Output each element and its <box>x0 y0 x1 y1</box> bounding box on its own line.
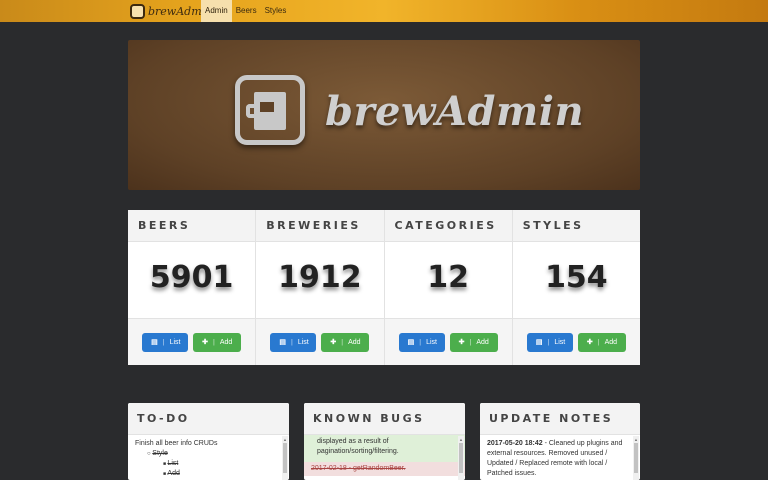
plus-icon: ✚ <box>586 339 593 346</box>
plus-icon: ✚ <box>202 339 208 346</box>
list-icon: ▤ <box>151 339 158 346</box>
notes-list[interactable]: 2017-05-20 18:42 - Cleaned up plugins an… <box>480 435 640 480</box>
bug-item-resolved: displayed as a result of pagination/sort… <box>304 435 465 462</box>
stat-title: CATEGORIES <box>384 210 512 242</box>
stats-panel: BEERS 5901 ▤ | List ✚ | Add BREWERIES 1912 ▤… <box>128 210 640 365</box>
list-item: Add <box>135 469 282 479</box>
beers-list-button[interactable]: ▤ | List <box>142 332 189 352</box>
stat-value: 12 <box>427 260 469 295</box>
plus-icon: ✚ <box>330 339 337 346</box>
update-notes-panel: UPDATE NOTES 2017-05-20 18:42 - Cleaned … <box>480 403 640 480</box>
list-icon: ▤ <box>535 339 543 346</box>
scroll-up-icon[interactable]: ▲ <box>458 435 464 445</box>
nav-menu: Admin Beers Styles <box>201 0 290 22</box>
known-bugs-panel: KNOWN BUGS displayed as a result of pagi… <box>304 403 465 480</box>
categories-list-button[interactable]: ▤ | List <box>398 332 445 352</box>
scroll-up-icon[interactable]: ▲ <box>633 435 639 445</box>
stat-value: 5901 <box>149 260 234 295</box>
note-date: 2017-05-20 18:42 <box>487 440 543 447</box>
beer-mug-logo-icon <box>235 75 305 145</box>
note-item: 2017-05-20 18:42 - Cleaned up plugins an… <box>487 439 633 479</box>
list-item: Style <box>135 449 282 459</box>
list-icon: ▤ <box>279 339 286 346</box>
brand-link[interactable]: brewAdmin <box>130 2 212 20</box>
breweries-list-button[interactable]: ▤ | List <box>270 332 317 352</box>
beer-mug-icon <box>130 3 145 19</box>
stat-title: STYLES <box>512 210 640 242</box>
nav-item-beers[interactable]: Beers <box>232 0 261 22</box>
bug-item-open: 2017-02-18 - getRandomBeer. <box>304 462 465 476</box>
list-item: List <box>135 459 282 469</box>
stat-value: 154 <box>545 260 608 295</box>
panel-title: KNOWN BUGS <box>304 403 465 435</box>
panel-title: UPDATE NOTES <box>480 403 640 435</box>
stat-card-categories: CATEGORIES 12 ▤ | List ✚ | Add <box>384 210 513 365</box>
hero-title: brewAdmin <box>325 88 585 135</box>
stat-value: 1912 <box>278 260 362 295</box>
stat-title: BEERS <box>128 210 256 242</box>
stat-card-styles: STYLES 154 ▤ | List ✚ | Add <box>512 210 640 365</box>
categories-add-button[interactable]: ✚ | Add <box>449 332 498 352</box>
stat-card-breweries: BREWERIES 1912 ▤ | List ✚ | Add <box>256 210 385 365</box>
breweries-add-button[interactable]: ✚ | Add <box>321 332 370 352</box>
top-navbar: brewAdmin Admin Beers Styles <box>0 0 768 22</box>
list-item: Finish all beer info CRUDs <box>135 440 218 447</box>
todo-list[interactable]: Finish all beer info CRUDs Style List Ad… <box>128 435 289 480</box>
beers-add-button[interactable]: ✚ | Add <box>193 332 242 352</box>
styles-list-button[interactable]: ▤ | List <box>526 332 573 352</box>
stat-card-beers: BEERS 5901 ▤ | List ✚ | Add <box>128 210 257 365</box>
bugs-list[interactable]: displayed as a result of pagination/sort… <box>304 435 465 480</box>
panel-title: TO-DO <box>128 403 289 435</box>
nav-item-styles[interactable]: Styles <box>261 0 291 22</box>
todo-panel: TO-DO Finish all beer info CRUDs Style L… <box>128 403 289 480</box>
nav-item-admin[interactable]: Admin <box>201 0 232 22</box>
plus-icon: ✚ <box>458 339 465 346</box>
stat-title: BREWERIES <box>256 210 384 242</box>
styles-add-button[interactable]: ✚ | Add <box>577 332 626 352</box>
list-icon: ▤ <box>407 339 415 346</box>
scroll-up-icon[interactable]: ▲ <box>282 435 288 445</box>
